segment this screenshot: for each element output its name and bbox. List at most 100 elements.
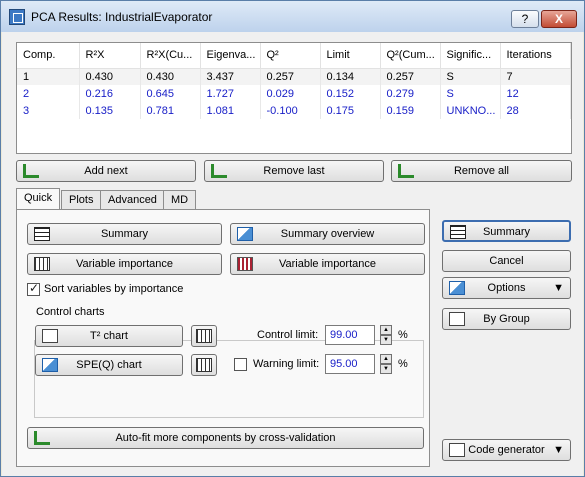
options-icon [449,281,465,295]
code-generator-button[interactable]: Code generator ▼ [442,439,571,461]
control-limit-spinner[interactable]: ▲ ▼ [380,325,392,345]
results-table[interactable]: Comp. R²X R²X(Cu... Eigenva... Q² Limit … [16,42,572,154]
col-header-q2[interactable]: Q² [260,43,321,69]
col-header-r2x[interactable]: R²X [79,43,141,69]
table-icon [450,225,466,239]
t2-chart-button[interactable]: T² chart [35,325,183,347]
options-button[interactable]: Options ▼ [442,277,571,299]
t2-table-button[interactable] [191,325,217,347]
table-cell: 3 [17,102,80,119]
remove-last-button[interactable]: Remove last [204,160,384,182]
table-icon [34,227,50,241]
remove-all-button[interactable]: Remove all [391,160,572,182]
table-row[interactable]: 1 0.430 0.430 3.437 0.257 0.134 0.257 S … [17,68,571,85]
summary-button[interactable]: Summary [27,223,222,245]
by-group-label: By Group [483,313,530,325]
add-component-icon [34,431,50,445]
spe-chart-button[interactable]: SPE(Q) chart [35,354,183,376]
summary-overview-label: Summary overview [280,228,375,240]
autofit-label: Auto-fit more components by cross-valida… [115,432,336,444]
remove-all-icon [398,164,414,178]
remove-last-label: Remove last [263,165,325,177]
cancel-button[interactable]: Cancel [442,250,571,272]
spin-down-icon[interactable]: ▼ [380,364,392,374]
window-title: PCA Results: IndustrialEvaporator [31,10,213,24]
chart-icon [237,227,253,241]
tab-plots[interactable]: Plots [61,190,102,210]
warning-limit-spinner[interactable]: ▲ ▼ [380,354,392,374]
table-cell: 0.159 [380,102,441,119]
help-button[interactable]: ? [511,10,539,28]
sort-variables-label: Sort variables by importance [44,283,184,295]
variable-importance-plot-button[interactable]: Variable importance [230,253,425,275]
tab-md[interactable]: MD [163,190,197,210]
table-cell: 2 [17,85,80,102]
sort-variables-checkbox[interactable] [27,281,40,296]
table-cell: 0.781 [140,102,201,119]
table-cell: 0.175 [320,102,381,119]
control-limit-input[interactable]: 99.00 [325,325,375,345]
control-charts-group [34,340,424,418]
variable-importance-label: Variable importance [75,258,173,270]
table-cell: 7 [500,68,571,85]
table-cell: UNKNO... [440,102,501,119]
col-header-eigenvalue[interactable]: Eigenva... [200,43,261,69]
warning-limit-input[interactable]: 95.00 [325,354,375,374]
title-bar: PCA Results: IndustrialEvaporator ? X [1,1,584,32]
warning-limit-percent: % [398,358,408,370]
variable-importance-table-button[interactable]: Variable importance [27,253,222,275]
t2-chart-label: T² chart [90,330,128,342]
control-limit-label: Control limit: [257,329,319,341]
pencil-icon [449,443,465,457]
summary-label: Summary [100,228,149,240]
table-row[interactable]: 2 0.216 0.645 1.727 0.029 0.152 0.279 S … [17,85,571,102]
summary-overview-button[interactable]: Summary overview [230,223,425,245]
col-header-comp[interactable]: Comp. [17,43,80,69]
table-cell: 0.257 [380,68,441,85]
spreadsheet-icon [196,358,212,372]
autofit-button[interactable]: Auto-fit more components by cross-valida… [27,427,424,449]
table-cell: -0.100 [260,102,321,119]
chevron-down-icon: ▼ [553,444,564,456]
dialog-body: Comp. R²X R²X(Cu... Eigenva... Q² Limit … [2,32,583,476]
table-cell: 0.152 [320,85,381,102]
spin-up-icon[interactable]: ▲ [380,354,392,364]
spin-up-icon[interactable]: ▲ [380,325,392,335]
table-cell: S [440,68,501,85]
tab-quick[interactable]: Quick [16,188,61,211]
control-limit-percent: % [398,329,408,341]
variable-importance-plot-label: Variable importance [278,258,376,270]
remove-all-label: Remove all [453,165,510,177]
table-cell: 0.135 [79,102,141,119]
col-header-limit[interactable]: Limit [320,43,381,69]
table-cell: 0.430 [79,68,141,85]
table-cell: 0.029 [260,85,321,102]
warning-limit-checkbox[interactable] [234,358,247,371]
table-cell: 1 [17,68,80,85]
spe-table-button[interactable] [191,354,217,376]
col-header-iterations[interactable]: Iterations [500,43,571,69]
by-group-button[interactable]: By Group [442,308,571,330]
add-next-button[interactable]: Add next [16,160,196,182]
spin-down-icon[interactable]: ▼ [380,335,392,345]
remove-component-icon [211,164,227,178]
code-generator-label: Code generator [468,444,545,456]
col-header-r2x-cum[interactable]: R²X(Cu... [140,43,201,69]
add-component-icon [23,164,39,178]
col-header-significance[interactable]: Signific... [440,43,501,69]
table-cell: 0.430 [140,68,201,85]
side-summary-button[interactable]: Summary [442,220,571,242]
bar-chart-icon [237,257,253,271]
spreadsheet-icon [196,329,212,343]
quick-tab-panel: Summary Summary overview Variable import… [16,209,430,467]
table-cell: 0.645 [140,85,201,102]
table-cell: 0.134 [320,68,381,85]
col-header-q2-cum[interactable]: Q²(Cum... [380,43,441,69]
app-icon [9,9,25,25]
add-next-label: Add next [84,165,128,177]
tab-advanced[interactable]: Advanced [100,190,165,210]
table-row[interactable]: 3 0.135 0.781 1.081 -0.100 0.175 0.159 U… [17,102,571,119]
close-button[interactable]: X [541,10,577,28]
control-charts-label: Control charts [34,306,107,318]
table-cell: 0.216 [79,85,141,102]
